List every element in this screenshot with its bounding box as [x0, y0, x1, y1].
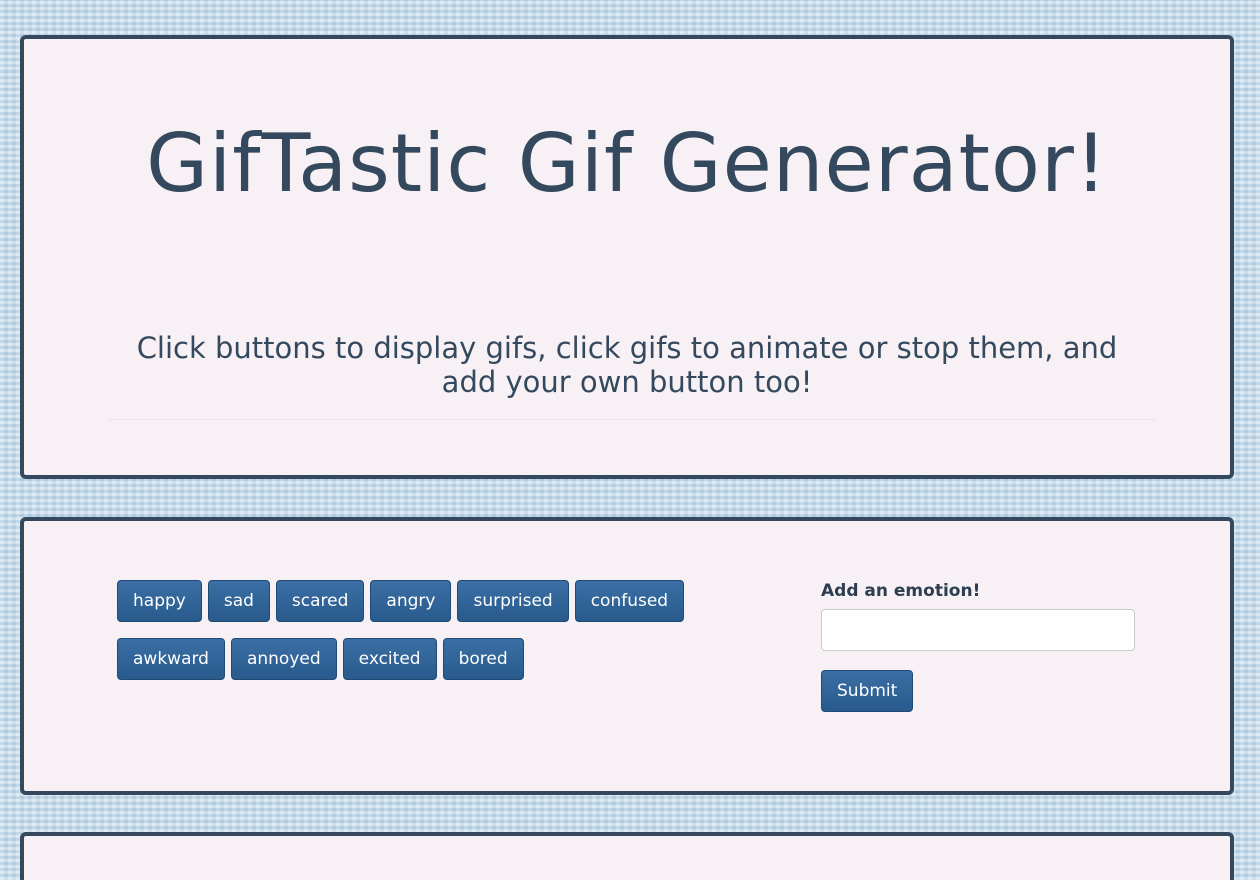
controls-panel: happy sad scared angry surprised confused awkw… — [20, 517, 1234, 795]
emotion-button-bored[interactable]: bored — [442, 638, 524, 680]
emotion-button-excited[interactable]: excited — [342, 638, 437, 680]
emotion-button-confused[interactable]: confused — [574, 580, 685, 622]
add-emotion-form: Add an emotion! Submit — [821, 581, 1141, 712]
emotion-input[interactable] — [821, 609, 1135, 651]
emotion-button-happy[interactable]: happy — [117, 580, 202, 622]
emotion-button-awkward[interactable]: awkward — [117, 638, 225, 680]
emotion-button-list: happy sad scared angry surprised confused awkw… — [117, 580, 737, 696]
page-title: GifTastic Gif Generator! — [146, 117, 1108, 210]
gif-results-panel — [20, 832, 1234, 880]
emotion-button-scared[interactable]: scared — [275, 580, 365, 622]
header-panel: GifTastic Gif Generator! Click buttons t… — [20, 35, 1234, 479]
emotion-button-surprised[interactable]: surprised — [457, 580, 569, 622]
emotion-button-angry[interactable]: angry — [370, 580, 452, 622]
page-subtitle: Click buttons to display gifs, click gif… — [136, 331, 1118, 399]
submit-button[interactable]: Submit — [821, 670, 914, 712]
header-divider — [108, 419, 1156, 420]
emotion-button-annoyed[interactable]: annoyed — [230, 638, 337, 680]
emotion-button-sad[interactable]: sad — [207, 580, 270, 622]
add-emotion-label: Add an emotion! — [821, 581, 981, 601]
